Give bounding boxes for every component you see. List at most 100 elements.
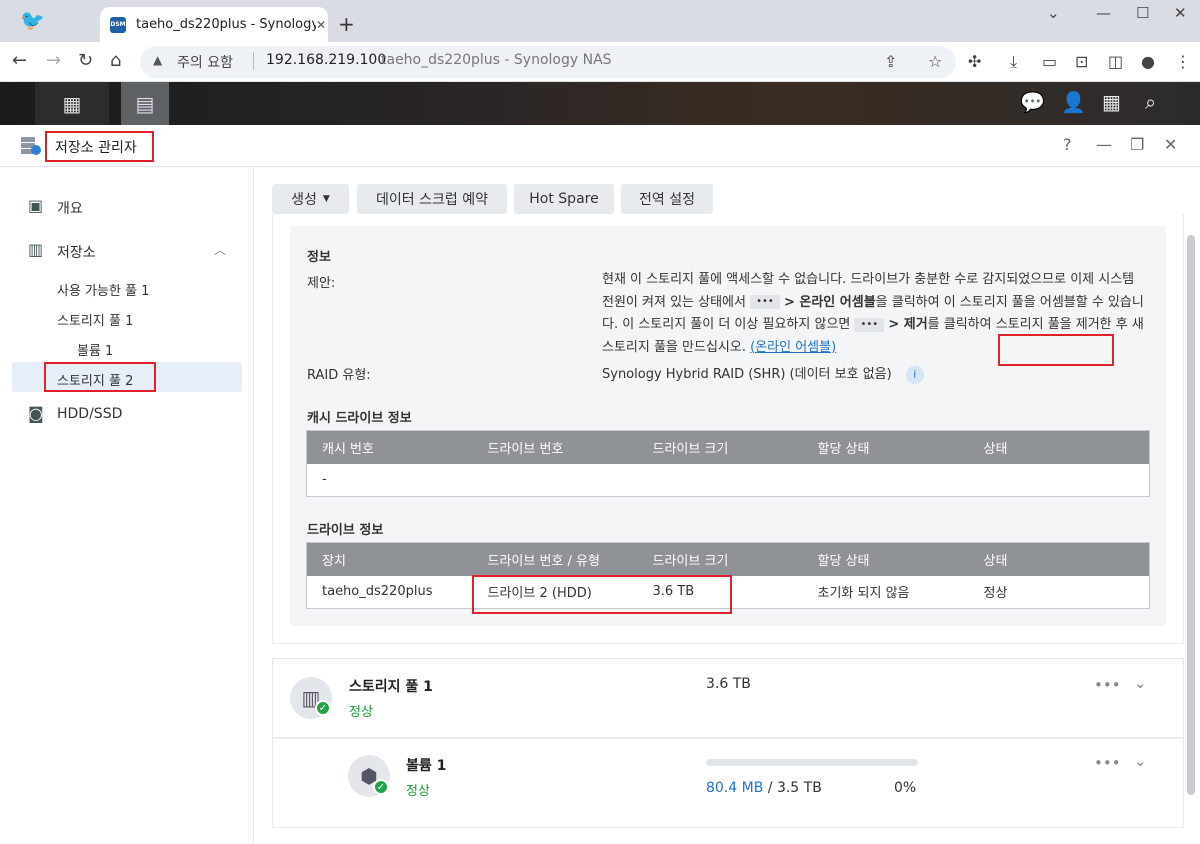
bookmark-star-icon[interactable]: ☆ bbox=[928, 52, 942, 71]
volume-usage-separator: / bbox=[763, 780, 777, 796]
url-page-title: taeho_ds220plus - Synology NAS bbox=[381, 52, 612, 68]
suggestion-online-assemble: > 온라인 어셈블 bbox=[783, 294, 876, 310]
search-icon[interactable]: ⌕ bbox=[1145, 90, 1156, 114]
raid-type-value: Synology Hybrid RAID (SHR) (데이터 보호 없음) i bbox=[602, 363, 924, 384]
cast-icon[interactable]: ▭ bbox=[1042, 52, 1057, 71]
col-header[interactable]: 할당 상태 bbox=[802, 430, 969, 464]
raid-type-text: Synology Hybrid RAID (SHR) (데이터 보호 없음) bbox=[602, 367, 892, 382]
pool1-title: 스토리지 풀 1 bbox=[349, 679, 433, 695]
col-header[interactable]: 상태 bbox=[968, 430, 1150, 464]
volume-used: 80.4 MB bbox=[706, 780, 764, 796]
col-header[interactable]: 할당 상태 bbox=[802, 542, 969, 576]
volume1-status: 정상 bbox=[406, 784, 430, 799]
more-options-icon[interactable]: ••• bbox=[1094, 754, 1121, 772]
window-maximize-icon[interactable]: ☐ bbox=[1136, 4, 1149, 22]
reload-icon[interactable]: ↻ bbox=[78, 50, 93, 71]
profile-avatar-icon[interactable]: ● bbox=[1141, 52, 1155, 71]
sidebar-item-storage[interactable]: 저장소 bbox=[57, 242, 96, 262]
tab-close-icon[interactable]: ✕ bbox=[316, 18, 326, 32]
global-settings-button[interactable]: 전역 설정 bbox=[621, 184, 713, 214]
tab-search-icon[interactable]: ⌄ bbox=[1047, 4, 1060, 22]
col-header[interactable]: 캐시 번호 bbox=[306, 430, 473, 464]
sidebar-item-available-pool[interactable]: 사용 가능한 풀 1 bbox=[57, 280, 149, 299]
chevron-down-icon[interactable]: ⌄ bbox=[1134, 752, 1147, 770]
info-icon[interactable]: i bbox=[905, 366, 924, 384]
minimize-icon[interactable]: — bbox=[1096, 135, 1112, 154]
widgets-icon[interactable]: ▦ bbox=[1102, 90, 1121, 114]
table-cell: - bbox=[322, 472, 327, 488]
more-dots-icon: ••• bbox=[750, 295, 780, 309]
restore-icon[interactable]: ❐ bbox=[1130, 135, 1144, 154]
more-dots-icon: ••• bbox=[854, 317, 885, 332]
pool1-row[interactable] bbox=[272, 658, 1184, 738]
sidebar-item-pool1[interactable]: 스토리지 풀 1 bbox=[57, 310, 133, 329]
scrollbar[interactable] bbox=[1187, 235, 1195, 795]
help-icon[interactable]: ? bbox=[1063, 135, 1072, 154]
window-header bbox=[0, 125, 1200, 167]
table-header-row: 캐시 번호 드라이브 번호 드라이브 크기 할당 상태 상태 bbox=[306, 430, 1150, 464]
window-minimize-icon[interactable]: — bbox=[1096, 4, 1111, 22]
window-close-icon[interactable]: ✕ bbox=[1174, 4, 1187, 22]
table-cell: 초기화 되지 않음 bbox=[817, 586, 910, 602]
caret-down-icon: ▼ bbox=[322, 194, 330, 204]
dsm-favicon-icon: DSM bbox=[110, 16, 126, 33]
create-label: 생성 bbox=[291, 192, 317, 208]
user-icon[interactable]: 👤 bbox=[1061, 90, 1086, 114]
drive-info-title: 드라이브 정보 bbox=[307, 523, 384, 538]
info-heading: 정보 bbox=[307, 250, 331, 265]
sidebar-item-volume1[interactable]: 볼륨 1 bbox=[77, 340, 113, 359]
sidebar-item-hdd-ssd[interactable]: HDD/SSD bbox=[57, 406, 122, 422]
more-options-icon[interactable]: ••• bbox=[1094, 676, 1121, 694]
col-header[interactable]: 상태 bbox=[968, 542, 1150, 576]
suggestion-remove: > 제거 bbox=[888, 317, 928, 332]
new-tab-button[interactable]: + bbox=[338, 12, 355, 36]
storage-manager-taskbar-icon[interactable]: ▤ bbox=[121, 82, 169, 125]
tab-title: taeho_ds220plus - Synology NAS bbox=[136, 17, 316, 32]
status-ok-icon: ✓ bbox=[373, 779, 389, 795]
cache-drive-table: 캐시 번호 드라이브 번호 드라이브 크기 할당 상태 상태 - bbox=[306, 430, 1150, 497]
suggestion-label: 제안: bbox=[307, 276, 336, 291]
download-icon[interactable]: ⤓ bbox=[1010, 52, 1017, 72]
volume1-title: 볼륨 1 bbox=[406, 758, 447, 774]
col-header[interactable]: 드라이브 번호 / 유형 bbox=[472, 542, 638, 576]
sidebar-toggle-icon[interactable]: ◫ bbox=[1108, 52, 1123, 71]
forward-icon[interactable]: → bbox=[46, 50, 61, 71]
extensions-icon[interactable]: ✣ bbox=[968, 52, 981, 71]
hdd-icon: ◙ bbox=[28, 404, 44, 423]
browser-tab[interactable]: DSM taeho_ds220plus - Synology NAS ✕ bbox=[100, 7, 328, 42]
screenshot-icon[interactable]: ⊡ bbox=[1075, 52, 1088, 71]
chevron-down-icon[interactable]: ⌄ bbox=[1134, 674, 1147, 692]
back-icon[interactable]: ← bbox=[12, 50, 27, 71]
hot-spare-button[interactable]: Hot Spare bbox=[514, 184, 614, 214]
table-cell: 정상 bbox=[983, 586, 1008, 602]
browser-menu-icon[interactable]: ⋮ bbox=[1175, 52, 1191, 71]
pool1-status: 정상 bbox=[349, 705, 373, 720]
col-header[interactable]: 장치 bbox=[306, 542, 473, 576]
create-button[interactable]: 생성 ▼ bbox=[272, 184, 349, 214]
url-divider bbox=[253, 52, 254, 70]
col-header[interactable]: 드라이브 크기 bbox=[637, 542, 803, 576]
scrub-schedule-button[interactable]: 데이터 스크럽 예약 bbox=[357, 184, 507, 214]
sidebar bbox=[0, 167, 254, 844]
notifications-icon[interactable]: 💬 bbox=[1020, 90, 1045, 114]
raid-type-label: RAID 유형: bbox=[307, 368, 371, 383]
home-icon[interactable]: ⌂ bbox=[110, 50, 121, 71]
storage-manager-app-icon bbox=[21, 137, 41, 155]
highlight-box bbox=[998, 334, 1114, 366]
highlight-box bbox=[472, 575, 732, 614]
col-header[interactable]: 드라이브 번호 bbox=[472, 430, 638, 464]
close-icon[interactable]: ✕ bbox=[1164, 135, 1177, 154]
share-icon[interactable]: ⇪ bbox=[884, 52, 897, 71]
highlight-box bbox=[45, 131, 154, 162]
cache-drive-title: 캐시 드라이브 정보 bbox=[307, 411, 412, 426]
col-header[interactable]: 드라이브 크기 bbox=[637, 430, 803, 464]
online-assemble-link[interactable]: (온라인 어셈블) bbox=[750, 340, 836, 355]
chevron-up-icon[interactable]: ︿ bbox=[214, 241, 226, 258]
status-ok-icon: ✓ bbox=[315, 700, 331, 716]
warning-icon[interactable]: ▲ bbox=[153, 53, 162, 67]
volume-usage-text: 80.4 MB / 3.5 TB bbox=[706, 780, 822, 796]
url-host: 192.168.219.100 bbox=[266, 52, 387, 68]
security-label[interactable]: 주의 요함 bbox=[177, 52, 233, 72]
sidebar-item-overview[interactable]: 개요 bbox=[57, 198, 83, 218]
main-menu-grid-icon[interactable]: ▦ bbox=[35, 82, 109, 125]
